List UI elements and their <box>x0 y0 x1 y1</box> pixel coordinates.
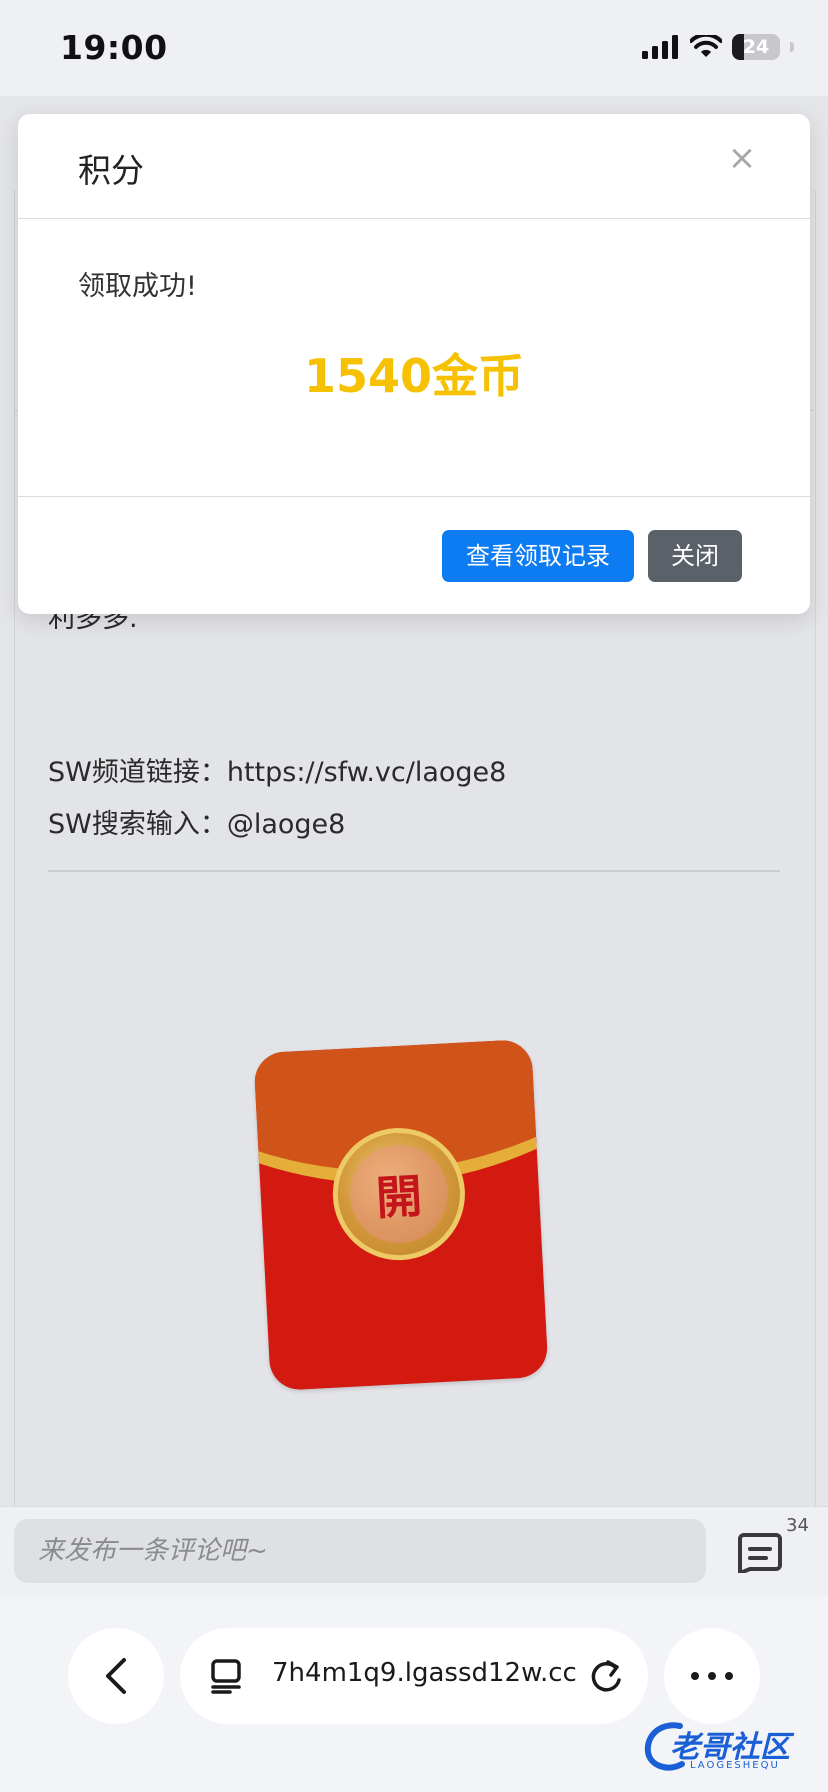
back-button[interactable] <box>68 1628 164 1724</box>
close-icon[interactable]: × <box>722 138 762 178</box>
modal-header: 积分 × <box>18 114 810 219</box>
comment-bar: 来发布一条评论吧~ 34 <box>0 1506 828 1597</box>
url-text: 7h4m1q9.lgassd12w.cc <box>272 1658 577 1688</box>
comment-input[interactable]: 来发布一条评论吧~ <box>14 1519 706 1583</box>
wifi-icon <box>690 35 722 57</box>
reward-amount: 1540金币 <box>303 349 525 403</box>
close-button[interactable]: 关闭 <box>648 530 742 582</box>
battery-icon: 24 <box>732 34 780 60</box>
points-modal: 积分 × 领取成功! 1540金币 查看领取记录 关闭 <box>18 114 810 614</box>
chevron-left-icon <box>106 1658 126 1694</box>
modal-title: 积分 <box>78 151 144 190</box>
success-message: 领取成功! <box>78 271 197 302</box>
reload-icon[interactable] <box>586 1654 626 1698</box>
reader-icon[interactable] <box>210 1658 244 1694</box>
address-bar[interactable]: 7h4m1q9.lgassd12w.cc <box>180 1628 648 1724</box>
more-dots-icon <box>691 1672 733 1680</box>
watermark-sub: LAOGESHEQU <box>690 1760 780 1771</box>
cellular-signal-icon <box>642 35 678 59</box>
status-time: 19:00 <box>60 28 168 67</box>
watermark-logo: 老哥社区 LAOGESHEQU <box>640 1712 820 1782</box>
modal-body: 领取成功! 1540金币 <box>18 218 810 497</box>
status-bar: 19:00 24 <box>0 0 828 96</box>
status-icons: 24 <box>642 34 794 60</box>
battery-nub <box>790 42 794 52</box>
battery-percent: 24 <box>742 36 770 58</box>
comment-count: 34 <box>786 1515 809 1536</box>
comment-icon[interactable] <box>736 1529 784 1573</box>
more-menu-button[interactable] <box>664 1628 760 1724</box>
view-records-button[interactable]: 查看领取记录 <box>442 530 634 582</box>
